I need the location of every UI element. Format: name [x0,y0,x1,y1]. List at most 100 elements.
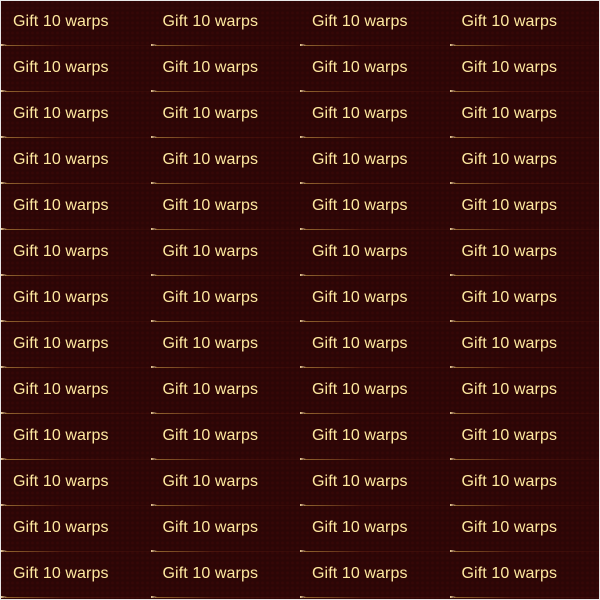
gift-warps-button[interactable]: Gift 10 warps [300,93,450,139]
divider-line [304,275,450,276]
row-divider [1,596,151,599]
gift-warps-button[interactable]: Gift 10 warps [449,47,599,93]
gift-warps-button[interactable]: Gift 10 warps [449,1,599,47]
divider-line [453,229,599,230]
divider-line [304,505,450,506]
divider-line [154,321,300,322]
arrow-tip-icon [1,228,7,230]
arrow-tip-icon [300,504,306,506]
divider-line [154,505,300,506]
divider-line [5,321,151,322]
gift-warps-button[interactable]: Gift 10 warps [1,369,151,415]
gift-warps-button[interactable]: Gift 10 warps [300,369,450,415]
gift-warps-button[interactable]: Gift 10 warps [150,93,300,139]
divider-line [304,183,450,184]
gift-warps-button[interactable]: Gift 10 warps [1,323,151,369]
gift-warps-button[interactable]: Gift 10 warps [1,415,151,461]
gift-warps-button[interactable]: Gift 10 warps [300,553,450,599]
arrow-tip-icon [150,44,157,46]
gift-warps-button[interactable]: Gift 10 warps [300,507,450,553]
gift-warps-button[interactable]: Gift 10 warps [150,507,300,553]
divider-line [304,45,450,46]
gift-warps-button[interactable]: Gift 10 warps [300,47,450,93]
divider-line [453,183,599,184]
gift-warps-button[interactable]: Gift 10 warps [449,553,599,599]
gift-warps-button[interactable]: Gift 10 warps [300,231,450,277]
arrow-tip-icon [1,458,7,460]
arrow-tip-icon [300,228,306,230]
gift-warps-button[interactable]: Gift 10 warps [1,553,151,599]
arrow-tip-icon [300,596,306,598]
gift-warps-button[interactable]: Gift 10 warps [150,277,300,323]
divider-line [453,367,599,368]
gift-warps-button[interactable]: Gift 10 warps [300,1,450,47]
gift-warps-button[interactable]: Gift 10 warps [1,1,151,47]
divider-line [453,413,599,414]
gift-warps-label: Gift 10 warps [13,473,109,490]
gift-warps-button[interactable]: Gift 10 warps [150,231,300,277]
row-divider [300,596,450,599]
gift-warps-button[interactable]: Gift 10 warps [449,93,599,139]
gift-warps-button[interactable]: Gift 10 warps [1,461,151,507]
gift-warps-button[interactable]: Gift 10 warps [449,139,599,185]
arrow-tip-icon [449,90,456,92]
gift-warps-label: Gift 10 warps [312,151,408,168]
gift-warps-button[interactable]: Gift 10 warps [449,323,599,369]
gift-warps-button[interactable]: Gift 10 warps [150,185,300,231]
gift-warps-button[interactable]: Gift 10 warps [150,369,300,415]
gift-warps-button[interactable]: Gift 10 warps [1,93,151,139]
row-divider [449,596,599,599]
gift-warps-label: Gift 10 warps [312,197,408,214]
gift-warps-label: Gift 10 warps [312,565,408,582]
gift-warps-button[interactable]: Gift 10 warps [150,139,300,185]
gift-warps-button[interactable]: Gift 10 warps [300,185,450,231]
gift-warps-label: Gift 10 warps [13,381,109,398]
arrow-tip-icon [150,90,157,92]
arrow-tip-icon [300,458,306,460]
divider-line [154,229,300,230]
gift-warps-button[interactable]: Gift 10 warps [300,461,450,507]
divider-line [304,321,450,322]
arrow-tip-icon [1,412,7,414]
gift-warps-button[interactable]: Gift 10 warps [300,323,450,369]
arrow-tip-icon [300,44,306,46]
gift-warps-button[interactable]: Gift 10 warps [449,369,599,415]
gift-warps-button[interactable]: Gift 10 warps [300,139,450,185]
gift-warps-button[interactable]: Gift 10 warps [150,323,300,369]
divider-line [5,597,151,598]
gift-warps-button[interactable]: Gift 10 warps [300,415,450,461]
divider-line [453,597,599,598]
gift-warps-button[interactable]: Gift 10 warps [150,47,300,93]
gift-warps-button[interactable]: Gift 10 warps [449,461,599,507]
arrow-tip-icon [300,274,306,276]
gift-warps-button[interactable]: Gift 10 warps [150,461,300,507]
gift-warps-button[interactable]: Gift 10 warps [1,185,151,231]
divider-line [304,413,450,414]
gift-warps-button[interactable]: Gift 10 warps [1,139,151,185]
gift-warps-button[interactable]: Gift 10 warps [449,415,599,461]
gift-warps-label: Gift 10 warps [312,13,408,30]
gift-warps-button[interactable]: Gift 10 warps [449,277,599,323]
gift-warps-label: Gift 10 warps [162,105,259,122]
gift-warps-label: Gift 10 warps [162,473,259,490]
gift-warps-grid: Gift 10 warps Gift 10 warps Gift 10 warps G… [0,0,600,600]
gift-warps-button[interactable]: Gift 10 warps [150,1,300,47]
gift-warps-button[interactable]: Gift 10 warps [449,507,599,553]
arrow-tip-icon [449,182,456,184]
gift-warps-label: Gift 10 warps [13,105,109,122]
gift-warps-button[interactable]: Gift 10 warps [449,231,599,277]
gift-warps-button[interactable]: Gift 10 warps [449,185,599,231]
gift-warps-label: Gift 10 warps [461,197,558,214]
gift-warps-label: Gift 10 warps [162,381,259,398]
gift-warps-button[interactable]: Gift 10 warps [1,507,151,553]
gift-warps-button[interactable]: Gift 10 warps [150,415,300,461]
gift-warps-label: Gift 10 warps [13,427,109,444]
arrow-tip-icon [1,274,7,276]
gift-warps-button[interactable]: Gift 10 warps [1,277,151,323]
divider-line [154,137,300,138]
gift-warps-label: Gift 10 warps [162,519,259,536]
gift-warps-button[interactable]: Gift 10 warps [300,277,450,323]
gift-warps-button[interactable]: Gift 10 warps [1,231,151,277]
gift-warps-button[interactable]: Gift 10 warps [1,47,151,93]
gift-warps-button[interactable]: Gift 10 warps [150,553,300,599]
